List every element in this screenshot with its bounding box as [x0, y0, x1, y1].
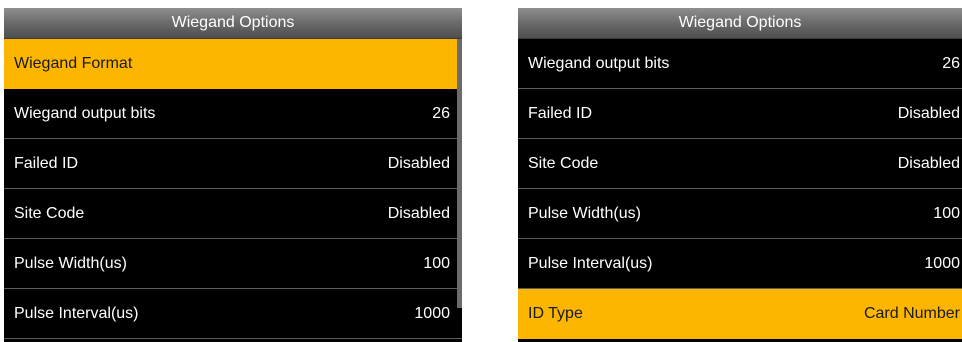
title-bar: Wiegand Options — [518, 8, 962, 39]
menu-item-label: ID Type — [528, 305, 583, 322]
menu-item-value: Disabled — [387, 155, 450, 172]
menu-item-label: Site Code — [528, 155, 599, 172]
menu-item-label: Site Code — [14, 205, 85, 222]
menu-item-value: Disabled — [387, 205, 450, 222]
menu-item-value: 1000 — [414, 305, 450, 322]
menu-item-label: Pulse Interval(us) — [528, 255, 653, 272]
menu-item-pulse-width[interactable]: Pulse Width(us) 100 — [4, 239, 462, 289]
options-list: Wiegand output bits 26 Failed ID Disable… — [518, 39, 962, 339]
menu-item-pulse-interval[interactable]: Pulse Interval(us) 1000 — [4, 289, 462, 339]
menu-item-value: 26 — [942, 55, 960, 72]
options-list: Wiegand Format Wiegand output bits 26 Fa… — [4, 39, 462, 339]
menu-item-failed-id[interactable]: Failed ID Disabled — [4, 139, 462, 189]
menu-item-label: Pulse Width(us) — [14, 255, 127, 272]
wiegand-options-screen-right: Wiegand Options Wiegand output bits 26 F… — [518, 8, 962, 342]
menu-item-wiegand-output-bits[interactable]: Wiegand output bits 26 — [518, 39, 962, 89]
menu-item-pulse-interval[interactable]: Pulse Interval(us) 1000 — [518, 239, 962, 289]
wiegand-options-screen-left: Wiegand Options Wiegand Format Wiegand o… — [4, 8, 462, 342]
menu-item-failed-id[interactable]: Failed ID Disabled — [518, 89, 962, 139]
menu-item-label: Pulse Width(us) — [528, 205, 641, 222]
screen-title: Wiegand Options — [171, 14, 295, 31]
menu-item-label: Failed ID — [14, 155, 79, 172]
menu-item-label: Wiegand output bits — [14, 105, 156, 122]
menu-item-wiegand-format[interactable]: Wiegand Format — [4, 39, 462, 89]
menu-item-value: 100 — [933, 205, 960, 222]
menu-item-value: Disabled — [897, 105, 960, 122]
menu-item-value: 26 — [432, 105, 450, 122]
menu-item-site-code[interactable]: Site Code Disabled — [518, 139, 962, 189]
screen-title: Wiegand Options — [678, 14, 802, 31]
menu-item-label: Pulse Interval(us) — [14, 305, 139, 322]
menu-item-value: Card Number — [863, 305, 960, 322]
scrollbar[interactable] — [457, 39, 462, 308]
menu-item-label: Failed ID — [528, 105, 593, 122]
menu-item-pulse-width[interactable]: Pulse Width(us) 100 — [518, 189, 962, 239]
menu-item-site-code[interactable]: Site Code Disabled — [4, 189, 462, 239]
menu-item-label: Wiegand output bits — [528, 55, 670, 72]
menu-item-id-type[interactable]: ID Type Card Number — [518, 289, 962, 339]
menu-item-wiegand-output-bits[interactable]: Wiegand output bits 26 — [4, 89, 462, 139]
menu-item-value: Disabled — [897, 155, 960, 172]
menu-item-value: 100 — [423, 255, 450, 272]
title-bar: Wiegand Options — [4, 8, 462, 39]
menu-item-value: 1000 — [924, 255, 960, 272]
menu-item-label: Wiegand Format — [14, 55, 133, 72]
